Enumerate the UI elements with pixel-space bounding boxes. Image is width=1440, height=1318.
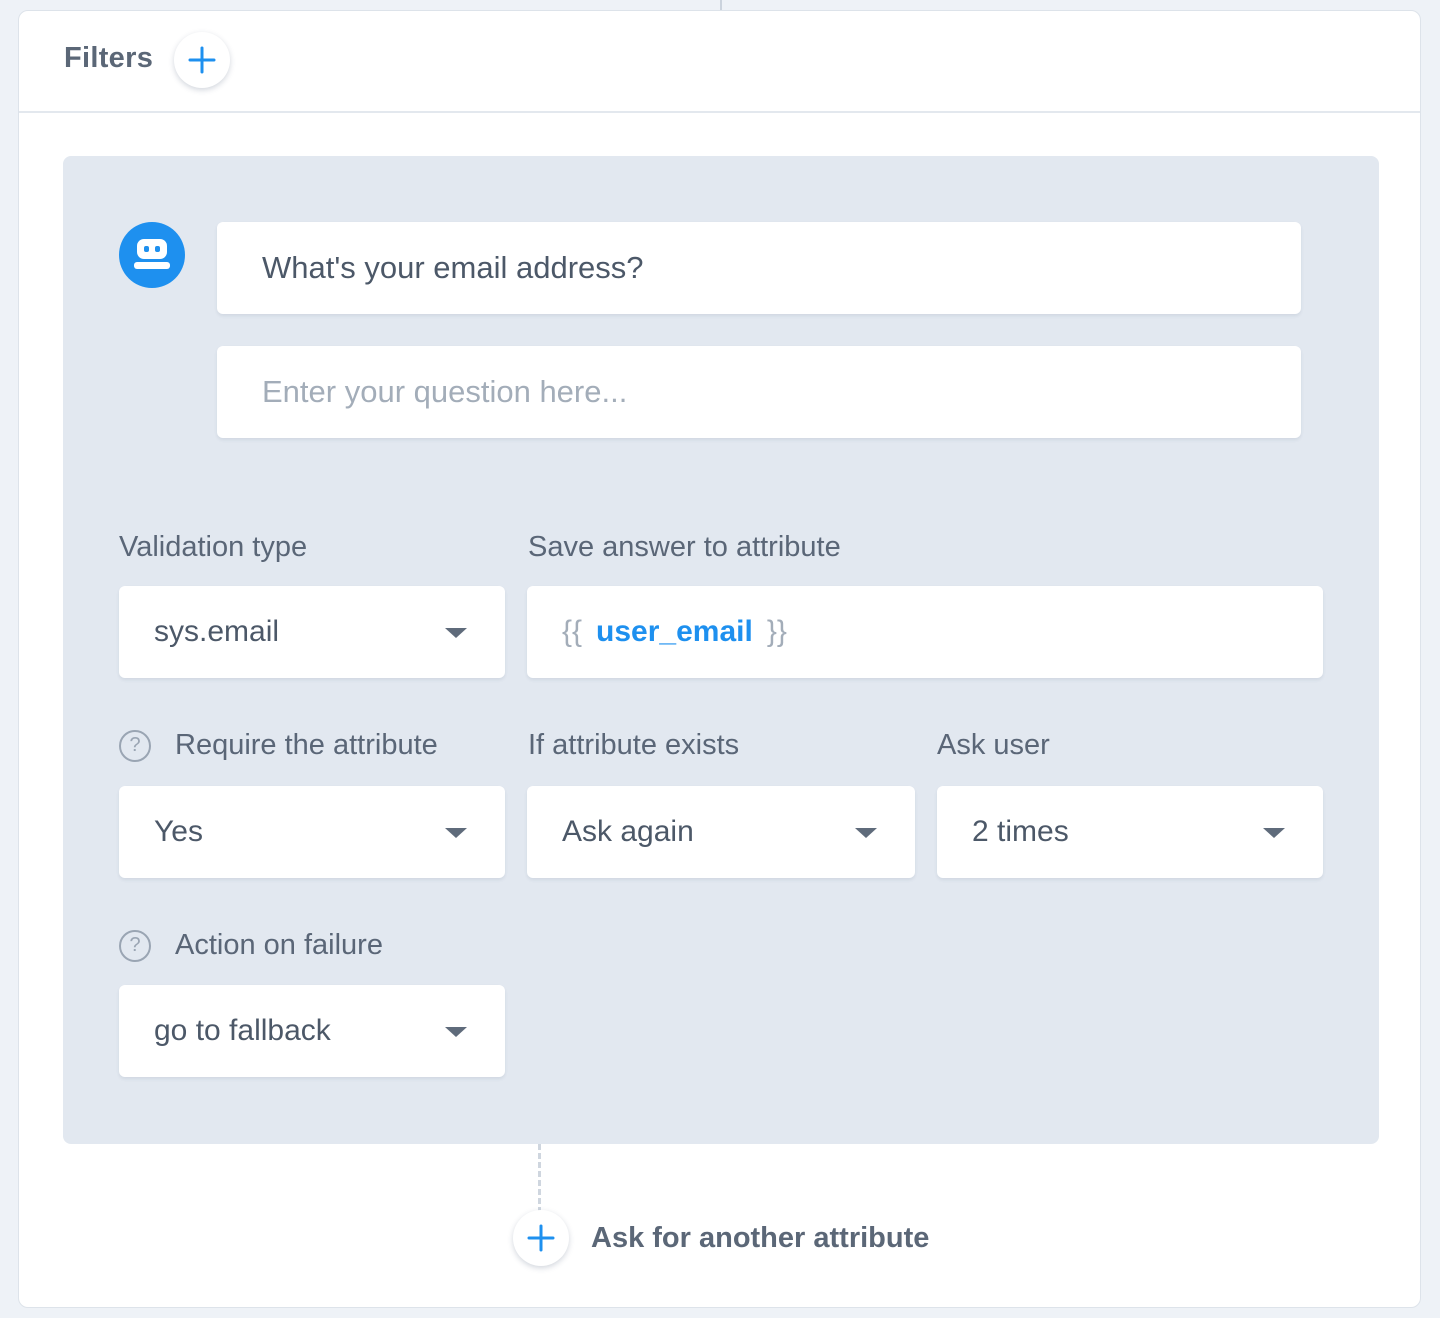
question-input-field[interactable] bbox=[217, 346, 1301, 438]
filters-header: Filters bbox=[19, 11, 1420, 113]
close-brace: }} bbox=[766, 615, 787, 648]
question-text-field[interactable]: What's your email address? bbox=[217, 222, 1301, 314]
plus-icon bbox=[527, 1224, 555, 1252]
validation-type-label-text: Validation type bbox=[119, 531, 308, 563]
attribute-name: user_email bbox=[596, 615, 753, 648]
ask-user-select[interactable]: 2 times bbox=[937, 786, 1323, 878]
open-brace: {{ bbox=[562, 615, 583, 648]
action-on-failure-value: go to fallback bbox=[154, 1014, 331, 1047]
filters-title: Filters bbox=[64, 42, 154, 74]
ask-user-label-text: Ask user bbox=[937, 729, 1050, 761]
action-on-failure-label-text: Action on failure bbox=[175, 929, 383, 961]
save-attribute-label: Save answer to attribute bbox=[528, 531, 841, 564]
top-connector-line bbox=[720, 0, 722, 10]
robot-icon bbox=[134, 239, 170, 269]
if-exists-label: If attribute exists bbox=[528, 729, 739, 762]
save-attribute-label-text: Save answer to attribute bbox=[528, 531, 841, 563]
if-exists-select[interactable]: Ask again bbox=[527, 786, 915, 878]
ask-another-attribute-link[interactable]: Ask for another attribute bbox=[591, 1222, 929, 1255]
require-attribute-value: Yes bbox=[154, 815, 203, 848]
ask-another-attribute-add-button[interactable] bbox=[513, 1210, 569, 1266]
save-attribute-field[interactable]: {{ user_email }} bbox=[527, 586, 1323, 678]
if-exists-value: Ask again bbox=[562, 815, 694, 848]
caret-down-icon bbox=[855, 828, 877, 838]
validation-type-value: sys.email bbox=[154, 615, 280, 648]
action-on-failure-select[interactable]: go to fallback bbox=[119, 985, 505, 1077]
action-on-failure-label: ? Action on failure bbox=[119, 929, 383, 962]
plus-icon bbox=[188, 46, 216, 74]
if-exists-label-text: If attribute exists bbox=[528, 729, 740, 761]
add-filter-button[interactable] bbox=[174, 32, 230, 88]
question-text: What's your email address? bbox=[262, 250, 644, 285]
require-attribute-label-text: Require the attribute bbox=[175, 729, 438, 761]
caret-down-icon bbox=[1263, 828, 1285, 838]
caret-down-icon bbox=[445, 828, 467, 838]
question-mark-icon[interactable]: ? bbox=[119, 729, 151, 762]
question-input[interactable] bbox=[262, 374, 1301, 410]
ask-user-label: Ask user bbox=[937, 729, 1050, 762]
validation-type-select[interactable]: sys.email bbox=[119, 586, 505, 678]
ask-user-value: 2 times bbox=[972, 815, 1069, 848]
question-mark-icon[interactable]: ? bbox=[119, 929, 151, 962]
require-attribute-select[interactable]: Yes bbox=[119, 786, 505, 878]
caret-down-icon bbox=[445, 1027, 467, 1037]
caret-down-icon bbox=[445, 628, 467, 638]
question-panel: What's your email address? Validation ty… bbox=[63, 156, 1379, 1144]
validation-type-label: Validation type bbox=[119, 531, 307, 564]
require-attribute-label: ? Require the attribute bbox=[119, 729, 438, 762]
bot-avatar bbox=[119, 222, 185, 288]
ask-attribute-card: Filters What's your email address? Val bbox=[18, 10, 1421, 1308]
